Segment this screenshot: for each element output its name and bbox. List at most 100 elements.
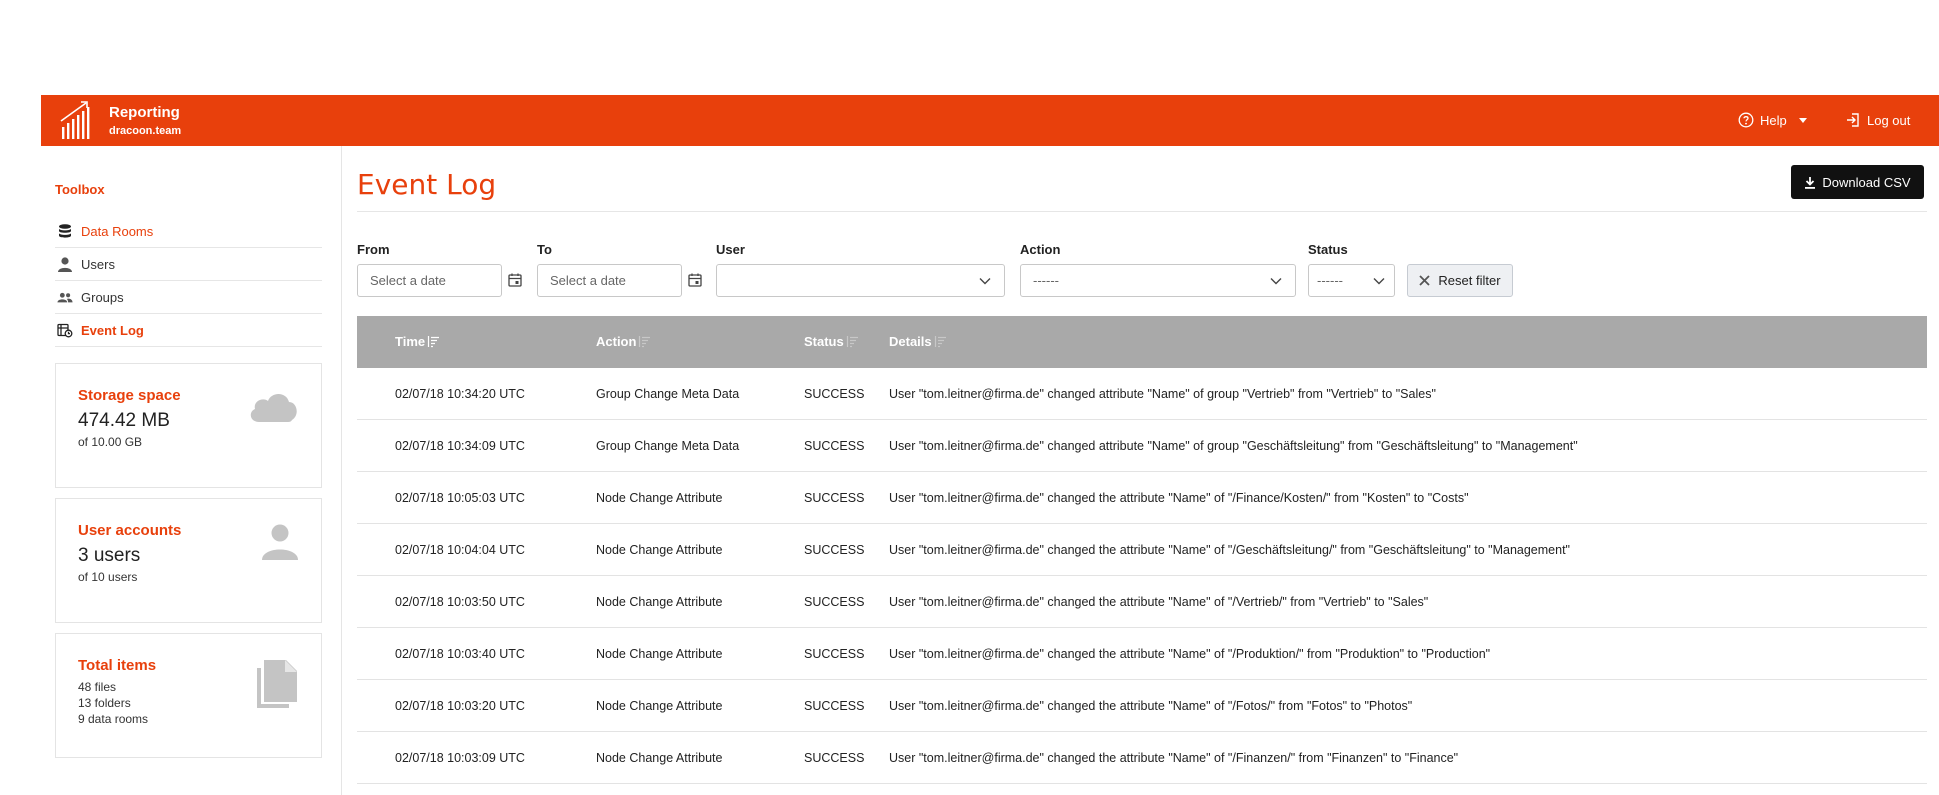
cell-action: Group Change Meta Data [596, 439, 740, 453]
from-placeholder: Select a date [370, 273, 446, 288]
cell-time: 02/07/18 10:34:09 UTC [395, 439, 525, 453]
card-value: 474.42 MB [78, 410, 170, 431]
calendar-icon[interactable] [507, 272, 523, 288]
column-header-action[interactable]: Action [596, 334, 651, 349]
sidebar-item-users[interactable]: Users [55, 248, 322, 281]
total-items-card: Total items 48 files 13 folders 9 data r… [55, 633, 322, 758]
chart-logo-icon[interactable] [59, 99, 93, 141]
cell-time: 02/07/18 10:03:09 UTC [395, 751, 525, 765]
storage-space-card: Storage space 474.42 MB of 10.00 GB [55, 363, 322, 488]
to-placeholder: Select a date [550, 273, 626, 288]
cell-time: 02/07/18 10:05:03 UTC [395, 491, 525, 505]
download-label: Download CSV [1822, 174, 1911, 190]
sidebar-item-label: Data Rooms [81, 223, 154, 239]
cell-status: SUCCESS [804, 387, 865, 401]
card-title: Storage space [78, 387, 181, 404]
table-row[interactable]: 02/07/18 10:03:40 UTC Node Change Attrib… [357, 628, 1927, 680]
logout-label: Log out [1867, 112, 1911, 128]
table-row[interactable]: 02/07/18 10:34:09 UTC Group Change Meta … [357, 420, 1927, 472]
cell-details: User "tom.leitner@firma.de" changed attr… [889, 387, 1436, 401]
question-circle-icon [1738, 112, 1754, 128]
reporting-app: Reporting dracoon.team Help Log out Tool… [41, 95, 1939, 795]
reset-filter-label: Reset filter [1438, 273, 1501, 288]
to-date-input[interactable]: Select a date [537, 264, 682, 297]
cell-details: User "tom.leitner@firma.de" changed the … [889, 699, 1413, 713]
table-header: Time Action Status Details [357, 316, 1927, 368]
cell-status: SUCCESS [804, 699, 865, 713]
page-title: Event Log [357, 168, 497, 201]
table-row[interactable]: 02/07/18 10:04:04 UTC Node Change Attrib… [357, 524, 1927, 576]
cell-action: Node Change Attribute [596, 751, 723, 765]
user-label: User [716, 242, 745, 257]
card-line: 48 files [78, 680, 117, 694]
sort-icon [639, 336, 651, 348]
user-select[interactable] [716, 264, 1005, 297]
help-menu-button[interactable]: Help [1738, 109, 1807, 131]
sidebar-nav: Data Rooms Users Groups Event Log [55, 215, 322, 347]
files-icon [257, 660, 297, 708]
sidebar: Toolbox Data Rooms Users Groups Event Lo… [41, 146, 342, 795]
toolbox-heading: Toolbox [55, 182, 105, 197]
chevron-down-icon [1373, 278, 1385, 285]
user-icon [57, 256, 73, 272]
column-header-details[interactable]: Details [889, 334, 947, 349]
reset-filter-button[interactable]: Reset filter [1407, 264, 1513, 297]
sidebar-item-groups[interactable]: Groups [55, 281, 322, 314]
cell-details: User "tom.leitner@firma.de" changed the … [889, 491, 1469, 505]
cell-action: Group Change Meta Data [596, 387, 740, 401]
card-title: User accounts [78, 522, 182, 539]
group-icon [57, 289, 73, 305]
table-row[interactable]: 02/07/18 10:03:09 UTC Node Change Attrib… [357, 732, 1927, 784]
status-select[interactable]: ------ [1308, 264, 1395, 297]
to-label: To [537, 242, 552, 257]
cell-status: SUCCESS [804, 543, 865, 557]
database-icon [57, 223, 73, 239]
title-divider [357, 211, 1927, 212]
sort-icon [846, 336, 858, 348]
card-line: 9 data rooms [78, 712, 149, 726]
logout-button[interactable]: Log out [1845, 109, 1910, 131]
sidebar-item-data-rooms[interactable]: Data Rooms [55, 215, 322, 248]
cell-time: 02/07/18 10:04:04 UTC [395, 543, 525, 557]
cell-status: SUCCESS [804, 647, 865, 661]
app-title: Reporting [109, 104, 180, 121]
sort-icon [428, 336, 440, 348]
app-subtitle: dracoon.team [109, 125, 182, 137]
card-line: of 10 users [78, 570, 138, 584]
main-content: Event Log Download CSV From Select a dat… [357, 146, 1939, 795]
sidebar-item-label: Event Log [81, 322, 144, 338]
cell-action: Node Change Attribute [596, 699, 723, 713]
top-bar: Reporting dracoon.team Help Log out [41, 95, 1939, 146]
logout-icon [1847, 113, 1859, 127]
cell-details: User "tom.leitner@firma.de" changed the … [889, 751, 1459, 765]
download-csv-button[interactable]: Download CSV [1791, 165, 1924, 199]
cell-time: 02/07/18 10:34:20 UTC [395, 387, 525, 401]
action-select[interactable]: ------ [1020, 264, 1296, 297]
table-row[interactable]: 02/07/18 10:03:50 UTC Node Change Attrib… [357, 576, 1927, 628]
card-line: of 10.00 GB [78, 435, 143, 449]
cell-status: SUCCESS [804, 595, 865, 609]
column-header-status[interactable]: Status [804, 334, 859, 349]
cell-action: Node Change Attribute [596, 595, 723, 609]
table-row[interactable]: 02/07/18 10:05:03 UTC Node Change Attrib… [357, 472, 1927, 524]
column-header-label: Status [804, 334, 844, 349]
cell-details: User "tom.leitner@firma.de" changed the … [889, 647, 1491, 661]
table-row[interactable]: 02/07/18 10:34:20 UTC Group Change Meta … [357, 368, 1927, 420]
card-title: Total items [78, 657, 157, 674]
calendar-icon[interactable] [687, 272, 703, 288]
sidebar-item-event-log[interactable]: Event Log [55, 314, 322, 347]
column-header-label: Time [395, 334, 426, 349]
user-accounts-card: User accounts 3 users of 10 users [55, 498, 322, 623]
action-select-value: ------ [1033, 273, 1059, 288]
cell-status: SUCCESS [804, 491, 865, 505]
help-label: Help [1760, 112, 1787, 128]
table-row[interactable]: 02/07/18 10:03:20 UTC Node Change Attrib… [357, 680, 1927, 732]
person-icon [262, 524, 298, 560]
sort-icon [934, 336, 946, 348]
chevron-down-icon [979, 278, 991, 285]
from-date-input[interactable]: Select a date [357, 264, 502, 297]
card-value: 3 users [78, 545, 141, 566]
cell-status: SUCCESS [804, 751, 865, 765]
column-header-time[interactable]: Time [395, 334, 440, 349]
download-icon [1805, 176, 1816, 189]
